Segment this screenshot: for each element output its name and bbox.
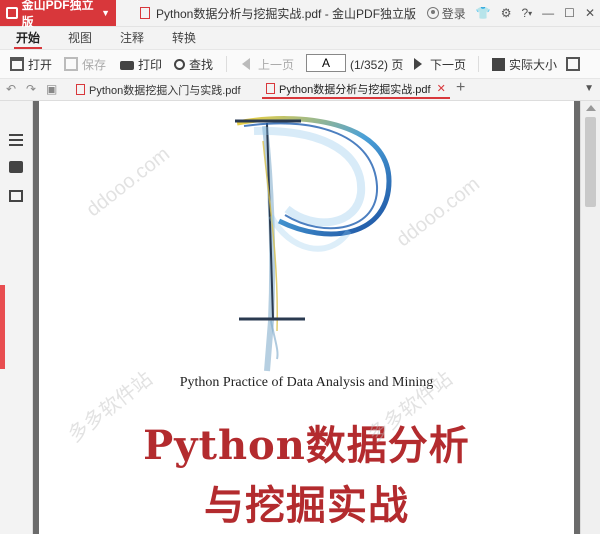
divider — [226, 56, 227, 72]
prev-page-button[interactable]: 上一页 — [242, 50, 294, 78]
more-tools-button[interactable] — [566, 50, 584, 78]
page-count: (1/352) 页 — [350, 50, 403, 78]
user-icon — [426, 7, 439, 19]
save-icon[interactable]: ▣ — [46, 82, 57, 96]
thumbnail-icon[interactable] — [9, 190, 23, 202]
save-label: 保存 — [82, 57, 107, 72]
vertical-scrollbar[interactable] — [580, 101, 600, 534]
toolbar: 打开 保存 打印 查找 上一页 (1/352) 页 下一页 实际大小 — [0, 49, 600, 79]
page-number-input[interactable] — [306, 54, 346, 72]
print-label: 打印 — [138, 57, 163, 72]
search-icon — [174, 58, 185, 70]
ribbon-tabs: 开始 视图 注释 转换 — [0, 27, 600, 49]
window-title-text: Python数据分析与挖掘实战.pdf - 金山PDF独立版 — [156, 6, 417, 21]
minimize-button[interactable]: — — [537, 0, 559, 26]
gear-icon: ⚙ — [500, 6, 512, 20]
close-tab-icon[interactable]: ✕ — [437, 82, 446, 95]
shirt-icon: 👕 — [475, 6, 491, 20]
actual-size-icon — [492, 57, 505, 71]
pdf-file-icon — [76, 84, 85, 95]
minimize-icon: — — [542, 6, 555, 20]
actual-size-label: 实际大小 — [509, 57, 558, 72]
arrow-left-icon — [242, 58, 250, 70]
skin-button[interactable]: 👕 — [471, 0, 496, 26]
page-count-label: (1/352) 页 — [350, 57, 404, 72]
help-label: ? — [521, 6, 529, 20]
printer-icon — [120, 60, 134, 70]
save-button[interactable]: 保存 — [64, 50, 106, 78]
tab-convert[interactable]: 转换 — [172, 27, 196, 49]
save-icon — [64, 57, 78, 71]
pdf-file-icon — [140, 7, 150, 19]
bookmark-list-icon[interactable] — [9, 134, 23, 146]
maximize-button[interactable]: ☐ — [559, 0, 580, 26]
book-title-line1: Python数据分析 — [143, 422, 470, 469]
left-sidebar — [0, 101, 33, 534]
maximize-icon: ☐ — [564, 6, 575, 20]
find-label: 查找 — [189, 57, 214, 72]
cover-p-logo — [235, 116, 392, 372]
pdf-page: Python Practice of Data Analysis and Min… — [39, 101, 574, 534]
app-logo-icon — [6, 7, 18, 19]
next-page-button[interactable]: 下一页 — [414, 50, 466, 78]
login-button[interactable]: 登录 — [422, 0, 471, 26]
redo-icon[interactable]: ↷ — [26, 82, 36, 96]
tab-view[interactable]: 视图 — [68, 27, 92, 49]
tab-list-dropdown[interactable]: ▼ — [584, 83, 594, 94]
sidebar-collapse-handle[interactable] — [0, 285, 5, 369]
close-button[interactable]: ✕ — [580, 0, 600, 26]
document-viewer[interactable]: Python Practice of Data Analysis and Min… — [33, 101, 580, 534]
comment-icon[interactable] — [9, 161, 23, 173]
app-menu-button[interactable]: 金山PDF独立版 ▼ — [0, 0, 116, 29]
tab-annotate[interactable]: 注释 — [120, 27, 144, 49]
open-label: 打开 — [28, 57, 53, 72]
chevron-down-icon: ▾ — [528, 8, 533, 18]
print-button[interactable]: 打印 — [120, 50, 162, 78]
next-label: 下一页 — [430, 57, 467, 72]
add-tab-button[interactable]: + — [456, 79, 465, 97]
document-tabs: ↶ ↷ ▣ Python数据挖掘入门与实践.pdf Python数据分析与挖掘实… — [0, 79, 600, 101]
folder-icon — [10, 57, 24, 71]
doc-tab-1[interactable]: Python数据挖掘入门与实践.pdf — [72, 80, 260, 99]
arrow-right-icon — [414, 58, 422, 70]
app-name: 金山PDF独立版 — [21, 0, 94, 29]
book-title-line2: 与挖掘实战 — [204, 482, 409, 529]
doc-tab-2[interactable]: Python数据分析与挖掘实战.pdf ✕ — [262, 80, 450, 99]
undo-icon[interactable]: ↶ — [6, 82, 16, 96]
tab-start[interactable]: 开始 — [13, 27, 43, 49]
divider — [478, 56, 479, 72]
scroll-up-icon[interactable] — [586, 105, 596, 111]
chevron-down-icon: ▼ — [101, 8, 110, 18]
pdf-file-icon — [266, 83, 275, 94]
title-bar: 金山PDF独立版 ▼ Python数据分析与挖掘实战.pdf - 金山PDF独立… — [0, 0, 600, 29]
doc-tab-label: Python数据挖掘入门与实践.pdf — [89, 84, 241, 97]
login-label: 登录 — [441, 6, 466, 21]
find-button[interactable]: 查找 — [174, 50, 213, 78]
close-icon: ✕ — [584, 6, 595, 20]
fit-page-icon — [566, 57, 580, 71]
help-button[interactable]: ? ▾ — [516, 0, 537, 26]
doc-tab-label: Python数据分析与挖掘实战.pdf — [279, 83, 431, 96]
open-button[interactable]: 打开 — [10, 50, 52, 78]
prev-label: 上一页 — [258, 57, 295, 72]
settings-button[interactable]: ⚙ — [496, 0, 517, 26]
window-title: Python数据分析与挖掘实战.pdf - 金山PDF独立版 — [140, 0, 416, 26]
actual-size-button[interactable]: 实际大小 — [492, 50, 557, 78]
scrollbar-thumb[interactable] — [585, 117, 596, 207]
